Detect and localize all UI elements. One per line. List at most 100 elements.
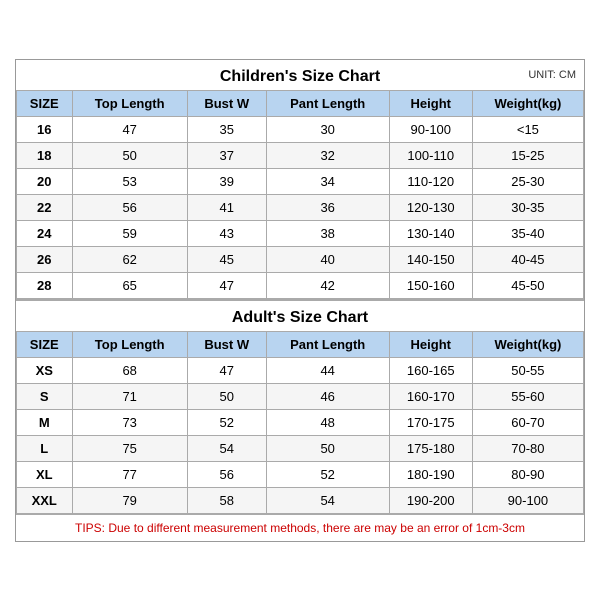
- data-cell: 160-170: [389, 383, 472, 409]
- data-cell: 46: [266, 383, 389, 409]
- data-cell: 110-120: [389, 168, 472, 194]
- size-col: 28: [17, 272, 73, 298]
- data-cell: 54: [266, 487, 389, 513]
- data-cell: 70-80: [472, 435, 583, 461]
- data-cell: 60-70: [472, 409, 583, 435]
- data-cell: 50: [266, 435, 389, 461]
- data-cell: 36: [266, 194, 389, 220]
- table-row: 28654742150-16045-50: [17, 272, 584, 298]
- data-cell: 79: [72, 487, 187, 513]
- data-cell: 75: [72, 435, 187, 461]
- size-col: 20: [17, 168, 73, 194]
- data-cell: 34: [266, 168, 389, 194]
- children-table: SIZE Top Length Bust W Pant Length Heigh…: [16, 90, 584, 299]
- data-cell: 50: [72, 142, 187, 168]
- size-col: 16: [17, 116, 73, 142]
- data-cell: <15: [472, 116, 583, 142]
- data-cell: 50-55: [472, 357, 583, 383]
- data-cell: 52: [187, 409, 266, 435]
- data-cell: 54: [187, 435, 266, 461]
- size-col: 24: [17, 220, 73, 246]
- table-row: 1647353090-100<15: [17, 116, 584, 142]
- data-cell: 120-130: [389, 194, 472, 220]
- data-cell: 30: [266, 116, 389, 142]
- data-cell: 140-150: [389, 246, 472, 272]
- col-top-length: Top Length: [72, 90, 187, 116]
- data-cell: 53: [72, 168, 187, 194]
- data-cell: 170-175: [389, 409, 472, 435]
- table-row: XXL795854190-20090-100: [17, 487, 584, 513]
- data-cell: 30-35: [472, 194, 583, 220]
- data-cell: 45-50: [472, 272, 583, 298]
- tips-text: TIPS: Due to different measurement metho…: [16, 514, 584, 541]
- data-cell: 77: [72, 461, 187, 487]
- col-pant-length-a: Pant Length: [266, 331, 389, 357]
- data-cell: 15-25: [472, 142, 583, 168]
- adult-header-row: SIZE Top Length Bust W Pant Length Heigh…: [17, 331, 584, 357]
- table-row: XS684744160-16550-55: [17, 357, 584, 383]
- table-row: L755450175-18070-80: [17, 435, 584, 461]
- data-cell: 190-200: [389, 487, 472, 513]
- data-cell: 80-90: [472, 461, 583, 487]
- col-size-a: SIZE: [17, 331, 73, 357]
- data-cell: 37: [187, 142, 266, 168]
- col-weight-a: Weight(kg): [472, 331, 583, 357]
- data-cell: 35: [187, 116, 266, 142]
- data-cell: 48: [266, 409, 389, 435]
- data-cell: 73: [72, 409, 187, 435]
- data-cell: 41: [187, 194, 266, 220]
- data-cell: 58: [187, 487, 266, 513]
- data-cell: 150-160: [389, 272, 472, 298]
- children-title: Children's Size Chart UNIT: CM: [16, 60, 584, 90]
- table-row: 24594338130-14035-40: [17, 220, 584, 246]
- size-col: XL: [17, 461, 73, 487]
- unit-label: UNIT: CM: [528, 69, 576, 81]
- data-cell: 55-60: [472, 383, 583, 409]
- data-cell: 160-165: [389, 357, 472, 383]
- data-cell: 43: [187, 220, 266, 246]
- data-cell: 35-40: [472, 220, 583, 246]
- data-cell: 42: [266, 272, 389, 298]
- size-col: L: [17, 435, 73, 461]
- col-height-a: Height: [389, 331, 472, 357]
- data-cell: 100-110: [389, 142, 472, 168]
- size-col: M: [17, 409, 73, 435]
- data-cell: 180-190: [389, 461, 472, 487]
- data-cell: 47: [72, 116, 187, 142]
- data-cell: 39: [187, 168, 266, 194]
- data-cell: 59: [72, 220, 187, 246]
- size-col: 22: [17, 194, 73, 220]
- data-cell: 56: [72, 194, 187, 220]
- table-row: S715046160-17055-60: [17, 383, 584, 409]
- table-row: 26624540140-15040-45: [17, 246, 584, 272]
- col-weight: Weight(kg): [472, 90, 583, 116]
- size-col: XXL: [17, 487, 73, 513]
- data-cell: 47: [187, 272, 266, 298]
- data-cell: 38: [266, 220, 389, 246]
- data-cell: 44: [266, 357, 389, 383]
- data-cell: 130-140: [389, 220, 472, 246]
- data-cell: 45: [187, 246, 266, 272]
- data-cell: 56: [187, 461, 266, 487]
- chart-container: Children's Size Chart UNIT: CM SIZE Top …: [15, 59, 585, 542]
- size-col: XS: [17, 357, 73, 383]
- col-height: Height: [389, 90, 472, 116]
- data-cell: 175-180: [389, 435, 472, 461]
- col-top-length-a: Top Length: [72, 331, 187, 357]
- data-cell: 50: [187, 383, 266, 409]
- data-cell: 68: [72, 357, 187, 383]
- data-cell: 40-45: [472, 246, 583, 272]
- size-col: 18: [17, 142, 73, 168]
- data-cell: 90-100: [389, 116, 472, 142]
- data-cell: 65: [72, 272, 187, 298]
- col-pant-length: Pant Length: [266, 90, 389, 116]
- data-cell: 25-30: [472, 168, 583, 194]
- data-cell: 47: [187, 357, 266, 383]
- children-header-row: SIZE Top Length Bust W Pant Length Heigh…: [17, 90, 584, 116]
- data-cell: 90-100: [472, 487, 583, 513]
- data-cell: 62: [72, 246, 187, 272]
- adult-table: SIZE Top Length Bust W Pant Length Heigh…: [16, 331, 584, 514]
- col-bust-w: Bust W: [187, 90, 266, 116]
- table-row: XL775652180-19080-90: [17, 461, 584, 487]
- table-row: M735248170-17560-70: [17, 409, 584, 435]
